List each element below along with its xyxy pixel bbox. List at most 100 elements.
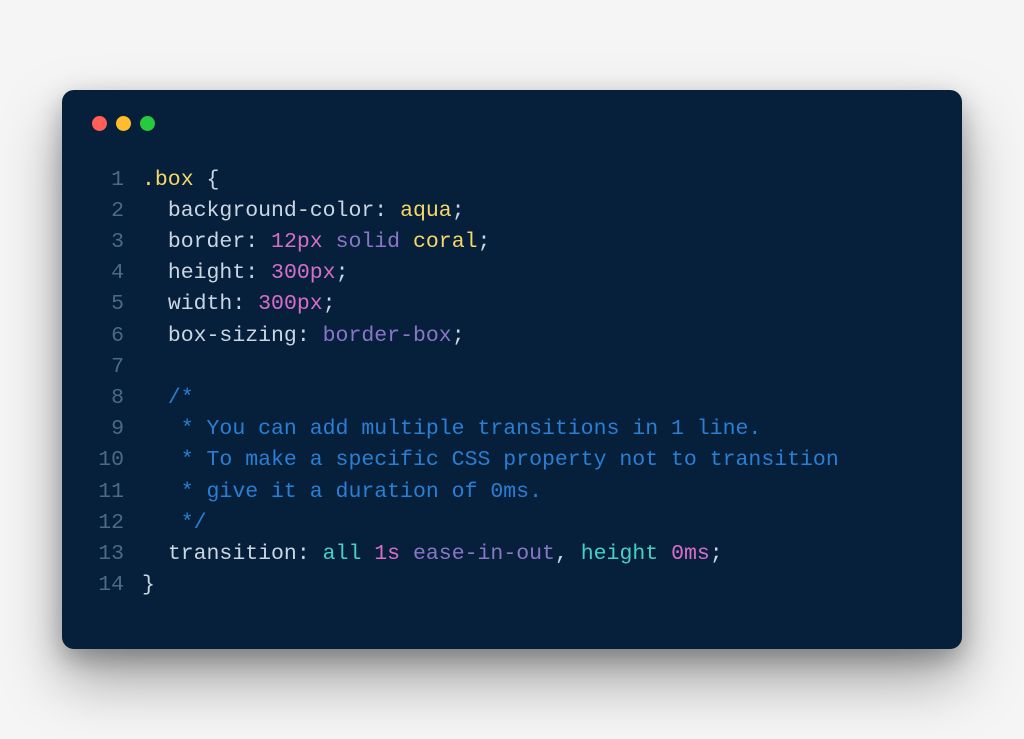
code-token: , <box>555 542 581 566</box>
code-token: : <box>232 292 258 316</box>
code-token <box>400 542 413 566</box>
code-window: 1.box {2 background-color: aqua;3 border… <box>62 90 962 649</box>
code-token: : <box>374 199 400 223</box>
code-token: transition <box>168 542 297 566</box>
code-line: 7 <box>90 352 934 383</box>
line-content: transition: all 1s ease-in-out, height 0… <box>142 539 723 570</box>
code-token: width <box>168 292 233 316</box>
code-token: .box <box>142 168 194 192</box>
code-line: 2 background-color: aqua; <box>90 196 934 227</box>
code-token <box>142 511 181 535</box>
code-token: { <box>194 168 220 192</box>
line-number: 1 <box>90 165 142 196</box>
code-line: 8 /* <box>90 383 934 414</box>
line-content: width: 300px; <box>142 289 336 320</box>
code-token <box>142 480 181 504</box>
code-token: * To make a specific CSS property not to… <box>181 448 839 472</box>
code-line: 9 * You can add multiple transitions in … <box>90 414 934 445</box>
code-token <box>142 292 168 316</box>
code-token: : <box>297 542 323 566</box>
code-token: coral <box>413 230 478 254</box>
line-number: 13 <box>90 539 142 570</box>
code-token: ease-in-out <box>413 542 555 566</box>
code-token <box>361 542 374 566</box>
code-line: 4 height: 300px; <box>90 258 934 289</box>
code-token: border-box <box>323 324 452 348</box>
line-number: 8 <box>90 383 142 414</box>
code-line: 14} <box>90 570 934 601</box>
code-token: height <box>581 542 658 566</box>
code-token: ; <box>452 324 465 348</box>
code-token: border <box>168 230 245 254</box>
code-token: height <box>168 261 245 285</box>
code-token: 1s <box>374 542 400 566</box>
line-number: 11 <box>90 477 142 508</box>
code-token: all <box>323 542 362 566</box>
line-number: 14 <box>90 570 142 601</box>
code-token <box>142 542 168 566</box>
code-token: ; <box>478 230 491 254</box>
code-line: 11 * give it a duration of 0ms. <box>90 477 934 508</box>
line-content: * give it a duration of 0ms. <box>142 477 542 508</box>
code-token: box-sizing <box>168 324 297 348</box>
line-content: height: 300px; <box>142 258 348 289</box>
code-token: } <box>142 573 155 597</box>
code-line: 6 box-sizing: border-box; <box>90 321 934 352</box>
code-token: : <box>245 230 271 254</box>
line-content: * You can add multiple transitions in 1 … <box>142 414 761 445</box>
code-token: ; <box>452 199 465 223</box>
window-zoom-icon[interactable] <box>140 116 155 131</box>
code-token: ; <box>336 261 349 285</box>
code-line: 1.box { <box>90 165 934 196</box>
line-number: 2 <box>90 196 142 227</box>
window-close-icon[interactable] <box>92 116 107 131</box>
code-token <box>142 261 168 285</box>
code-line: 12 */ <box>90 508 934 539</box>
code-token: aqua <box>400 199 452 223</box>
code-token: 0ms <box>671 542 710 566</box>
code-line: 5 width: 300px; <box>90 289 934 320</box>
line-content: } <box>142 570 155 601</box>
line-number: 9 <box>90 414 142 445</box>
code-token <box>142 230 168 254</box>
code-token: ; <box>323 292 336 316</box>
code-token: : <box>245 261 271 285</box>
line-number: 7 <box>90 352 142 383</box>
code-token: background-color <box>168 199 374 223</box>
line-content: border: 12px solid coral; <box>142 227 490 258</box>
line-number: 3 <box>90 227 142 258</box>
code-token: */ <box>181 511 207 535</box>
line-content: background-color: aqua; <box>142 196 465 227</box>
line-content: .box { <box>142 165 219 196</box>
line-content: /* <box>142 383 194 414</box>
code-token <box>142 386 168 410</box>
code-line: 13 transition: all 1s ease-in-out, heigh… <box>90 539 934 570</box>
line-content: * To make a specific CSS property not to… <box>142 445 839 476</box>
code-token: * give it a duration of 0ms. <box>181 480 542 504</box>
line-content: box-sizing: border-box; <box>142 321 465 352</box>
code-token: 12px <box>271 230 323 254</box>
window-titlebar <box>90 114 934 165</box>
code-token <box>323 230 336 254</box>
code-token <box>658 542 671 566</box>
code-line: 10 * To make a specific CSS property not… <box>90 445 934 476</box>
line-content: */ <box>142 508 207 539</box>
code-token: 300px <box>258 292 323 316</box>
code-token: : <box>297 324 323 348</box>
code-token <box>142 324 168 348</box>
line-number: 10 <box>90 445 142 476</box>
line-number: 4 <box>90 258 142 289</box>
code-token <box>400 230 413 254</box>
code-token: * You can add multiple transitions in 1 … <box>181 417 762 441</box>
window-minimize-icon[interactable] <box>116 116 131 131</box>
line-number: 6 <box>90 321 142 352</box>
code-line: 3 border: 12px solid coral; <box>90 227 934 258</box>
code-token: ; <box>710 542 723 566</box>
code-token: solid <box>336 230 401 254</box>
code-token <box>142 199 168 223</box>
code-block: 1.box {2 background-color: aqua;3 border… <box>90 165 934 601</box>
code-token: /* <box>168 386 194 410</box>
line-number: 5 <box>90 289 142 320</box>
code-token <box>142 448 181 472</box>
code-token <box>142 417 181 441</box>
